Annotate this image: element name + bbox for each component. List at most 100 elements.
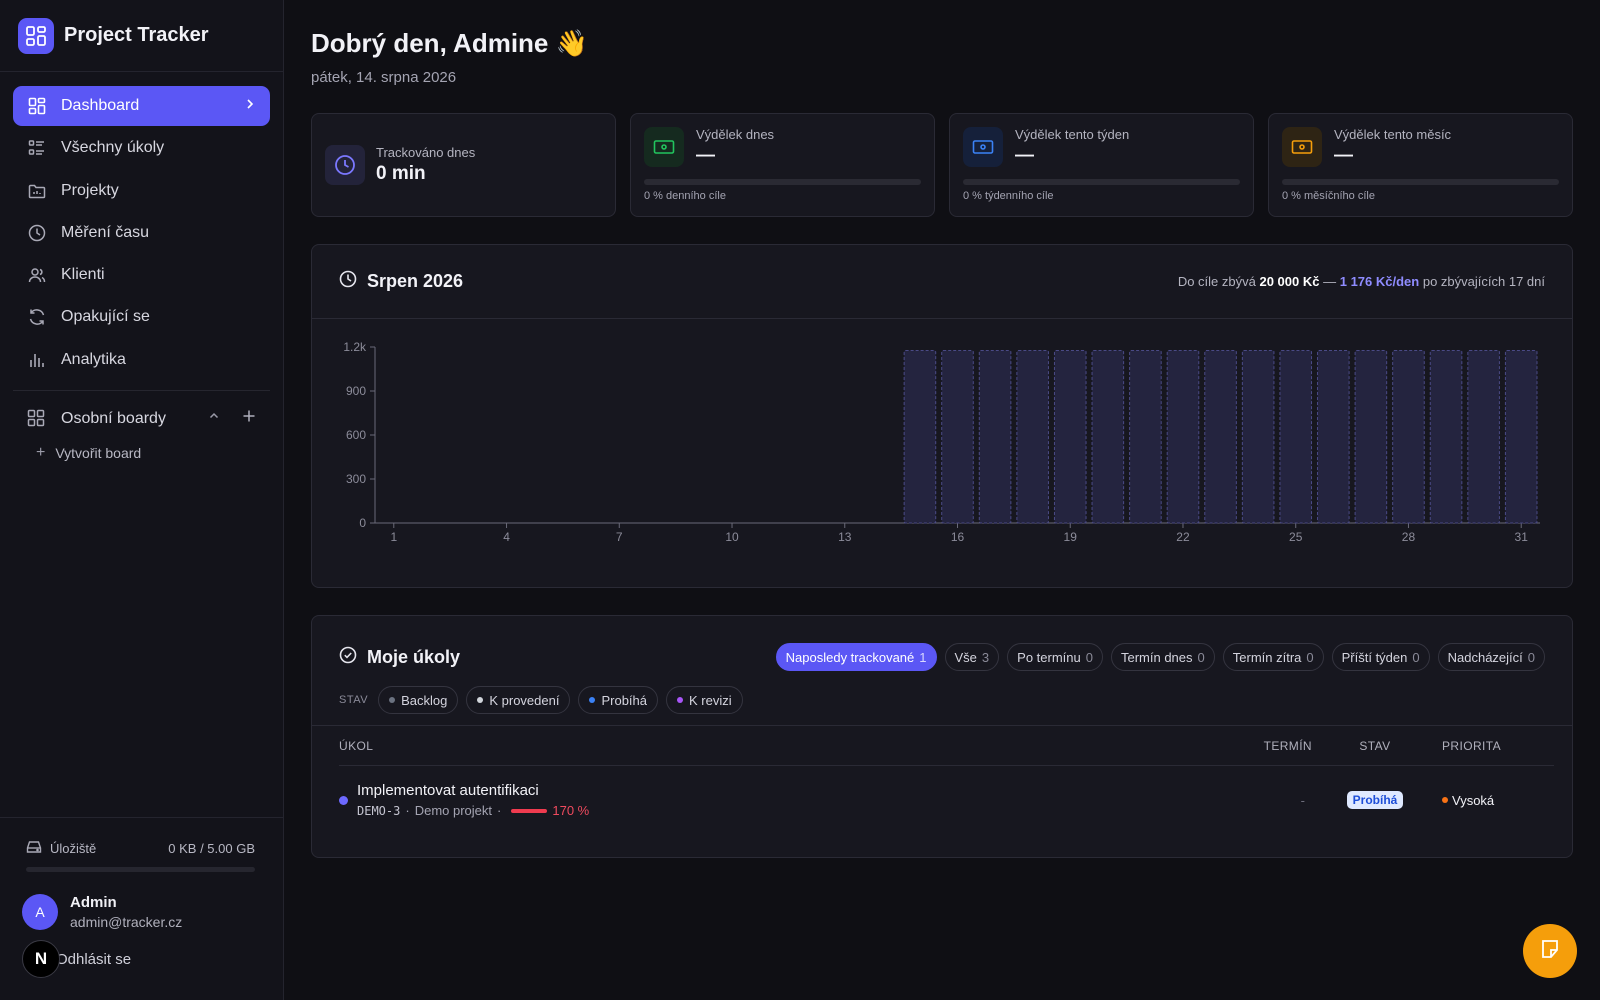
task-meta: DEMO-3 · Demo projekt · 170 % xyxy=(357,803,1247,818)
status-filter-row: STAV Backlog K provedení Probíhá K reviz… xyxy=(312,685,1572,715)
task-list-icon xyxy=(27,138,47,158)
column-header-priority[interactable]: PRIORITA xyxy=(1442,739,1554,753)
table-row[interactable]: Implementovat autentifikaci DEMO-3 · Dem… xyxy=(339,766,1554,834)
filter-due-today[interactable]: Termín dnes 0 xyxy=(1110,643,1215,671)
progress-bar xyxy=(963,179,1240,185)
target-bar xyxy=(1279,350,1313,524)
sidebar-item-label: Klienti xyxy=(61,266,105,284)
target-bar xyxy=(1129,350,1162,524)
filter-due-tomorrow[interactable]: Termín zítra 0 xyxy=(1222,643,1324,671)
sidebar-item-label: Projekty xyxy=(61,181,119,199)
goal-suffix: po zbývajících 17 dní xyxy=(1422,274,1545,289)
stat-subtext: 0 % denního cíle xyxy=(644,190,726,202)
column-header-status[interactable]: STAV xyxy=(1350,739,1400,753)
target-bar xyxy=(1504,350,1538,524)
status-filter-text: Backlog xyxy=(401,692,448,708)
check-circle-icon xyxy=(339,646,357,669)
target-bar xyxy=(1016,350,1049,524)
sidebar-item-label: Opakující se xyxy=(61,308,150,326)
storage-value: 0 KB / 5.00 GB xyxy=(168,841,255,856)
hard-drive-icon xyxy=(26,840,42,857)
filter-count: 0 xyxy=(1306,649,1314,665)
nextjs-dev-badge-icon[interactable]: N xyxy=(22,940,60,978)
sidebar-item-recurring[interactable]: Opakující se xyxy=(13,297,270,337)
filter-count: 3 xyxy=(981,649,990,665)
filter-count: 0 xyxy=(1197,649,1205,665)
personal-boards-header[interactable]: Osobní boardy xyxy=(0,401,283,437)
task-title[interactable]: Implementovat autentifikaci xyxy=(357,782,1247,799)
brand[interactable]: Project Tracker xyxy=(0,0,283,72)
banknote-icon xyxy=(963,127,1003,167)
logout-label: Odhlásit se xyxy=(56,950,132,968)
sidebar: Project Tracker Dashboard Všechny úkoly … xyxy=(0,0,284,1000)
status-filter-in-progress[interactable]: Probíhá xyxy=(578,686,659,714)
chevron-up-icon[interactable] xyxy=(208,409,220,428)
x-tick-label: 4 xyxy=(503,530,510,544)
target-bar xyxy=(1429,350,1463,524)
monthly-chart-card: Srpen 2026 Do cíle zbývá 20 000 Kč — 1 1… xyxy=(311,244,1573,588)
app-logo-icon xyxy=(18,17,54,54)
column-header-task[interactable]: ÚKOL xyxy=(339,739,1254,753)
stat-earnings-month: Výdělek tento měsíc — 0 % měsíčního cíle xyxy=(1268,113,1573,217)
y-tick-label: 600 xyxy=(346,428,366,442)
sidebar-item-label: Dashboard xyxy=(61,97,140,114)
sticky-note-icon xyxy=(1539,938,1561,965)
filter-all[interactable]: Vše 3 xyxy=(944,643,1000,671)
sidebar-item-analytics[interactable]: Analytika xyxy=(13,340,270,380)
x-tick-label: 7 xyxy=(616,530,623,544)
clock-icon xyxy=(325,145,365,185)
status-filter-todo[interactable]: K provedení xyxy=(466,686,571,714)
sidebar-item-time-tracking[interactable]: Měření času xyxy=(13,213,270,253)
filter-next-week[interactable]: Příští týden 0 xyxy=(1331,643,1430,671)
stat-value: 0 min xyxy=(376,163,426,184)
filter-recent[interactable]: Naposledy trackované 1 xyxy=(775,643,937,671)
filter-label: Termín dnes xyxy=(1120,649,1193,665)
target-bar xyxy=(941,350,974,524)
create-board-label: Vytvořit board xyxy=(55,444,142,461)
x-tick-label: 31 xyxy=(1515,530,1529,544)
status-filter-backlog[interactable]: Backlog xyxy=(378,686,459,714)
create-board-link[interactable]: + Vytvořit board xyxy=(0,437,283,469)
chevron-right-icon xyxy=(244,97,256,115)
filter-upcoming[interactable]: Nadcházející 0 xyxy=(1437,643,1545,671)
x-tick-label: 22 xyxy=(1176,530,1190,544)
users-icon xyxy=(27,265,47,285)
add-board-plus-icon[interactable] xyxy=(242,409,256,428)
meta-separator: · xyxy=(497,803,502,818)
status-filter-review[interactable]: K revizi xyxy=(666,686,743,714)
sidebar-item-label: Měření času xyxy=(61,223,150,241)
filter-label: Termín zítra xyxy=(1232,649,1302,665)
chart-title: Srpen 2026 xyxy=(367,271,464,291)
bar-chart-icon xyxy=(27,350,47,370)
status-dot xyxy=(677,697,684,703)
task-project: Demo projekt xyxy=(414,803,493,818)
main-content: Dobrý den, Admine 👋 pátek, 14. srpna 202… xyxy=(311,0,1573,858)
sidebar-footer: Úložiště 0 KB / 5.00 GB A Admin admin@tr… xyxy=(0,817,283,1000)
stat-subtext: 0 % týdenního cíle xyxy=(963,190,1054,202)
sidebar-item-all-tasks[interactable]: Všechny úkoly xyxy=(13,128,270,168)
sidebar-item-projects[interactable]: Projekty xyxy=(13,171,270,211)
user-profile[interactable]: A Admin admin@tracker.cz xyxy=(0,872,283,930)
tasks-table-header: ÚKOL TERMÍN STAV PRIORITA xyxy=(339,726,1554,766)
logout-button[interactable]: N Odhlásit se xyxy=(22,940,131,978)
task-term: - xyxy=(1300,792,1305,808)
column-header-term[interactable]: TERMÍN xyxy=(1254,739,1312,753)
filter-label: Vše xyxy=(954,649,977,665)
filter-overdue[interactable]: Po termínu 0 xyxy=(1007,643,1103,671)
goal-amount: 20 000 Kč xyxy=(1259,274,1320,289)
status-badge[interactable]: Probíhá xyxy=(1346,791,1404,809)
x-tick-label: 10 xyxy=(725,530,739,544)
clock-icon xyxy=(339,270,357,293)
storage-info: Úložiště 0 KB / 5.00 GB xyxy=(0,818,283,857)
task-priority: Vysoká xyxy=(1452,792,1495,808)
y-tick-label: 1.2k xyxy=(343,340,367,354)
y-tick-label: 900 xyxy=(346,384,366,398)
floating-note-button[interactable] xyxy=(1523,924,1577,978)
banknote-icon xyxy=(644,127,684,167)
status-dot xyxy=(589,697,596,703)
target-bar xyxy=(1166,350,1200,524)
sidebar-item-dashboard[interactable]: Dashboard xyxy=(13,86,270,126)
status-dot xyxy=(389,697,396,703)
clock-icon xyxy=(27,223,47,243)
sidebar-item-clients[interactable]: Klienti xyxy=(13,255,270,295)
